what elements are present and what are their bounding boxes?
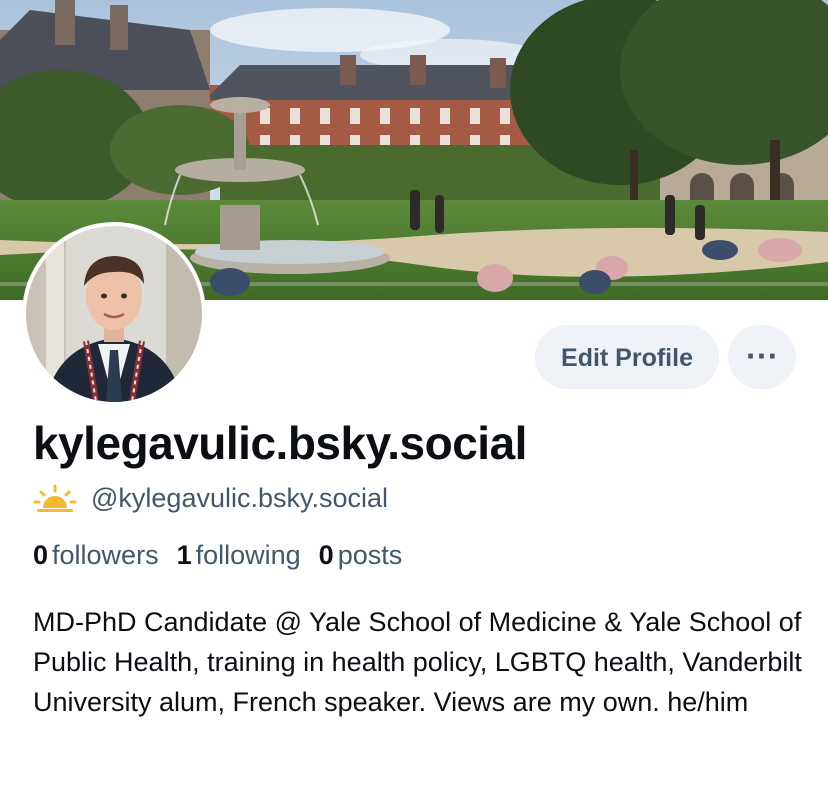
- avatar[interactable]: [22, 222, 206, 406]
- sun-icon: [33, 484, 77, 512]
- followers-count: 0: [33, 540, 49, 570]
- ellipsis-icon: ···: [745, 342, 779, 372]
- profile-handle[interactable]: @kylegavulic.bsky.social: [91, 483, 388, 514]
- profile-stats: 0 followers 1 following 0 posts: [33, 540, 420, 571]
- posts-count: 0: [318, 540, 334, 570]
- posts-stat: 0 posts: [319, 540, 403, 571]
- followers-label: followers: [52, 540, 159, 570]
- posts-label: posts: [337, 540, 403, 570]
- profile-bio: MD-PhD Candidate @ Yale School of Medici…: [33, 607, 802, 717]
- following-count: 1: [176, 540, 192, 570]
- followers-stat[interactable]: 0 followers: [33, 540, 159, 571]
- handle-row: @kylegavulic.bsky.social: [33, 480, 388, 516]
- profile-photo: [26, 226, 202, 402]
- following-label: following: [195, 540, 301, 570]
- more-options-button[interactable]: ···: [728, 325, 796, 389]
- following-stat[interactable]: 1 following: [177, 540, 301, 571]
- profile-display-name: kylegavulic.bsky.social: [33, 417, 527, 469]
- edit-profile-button[interactable]: Edit Profile: [535, 325, 719, 389]
